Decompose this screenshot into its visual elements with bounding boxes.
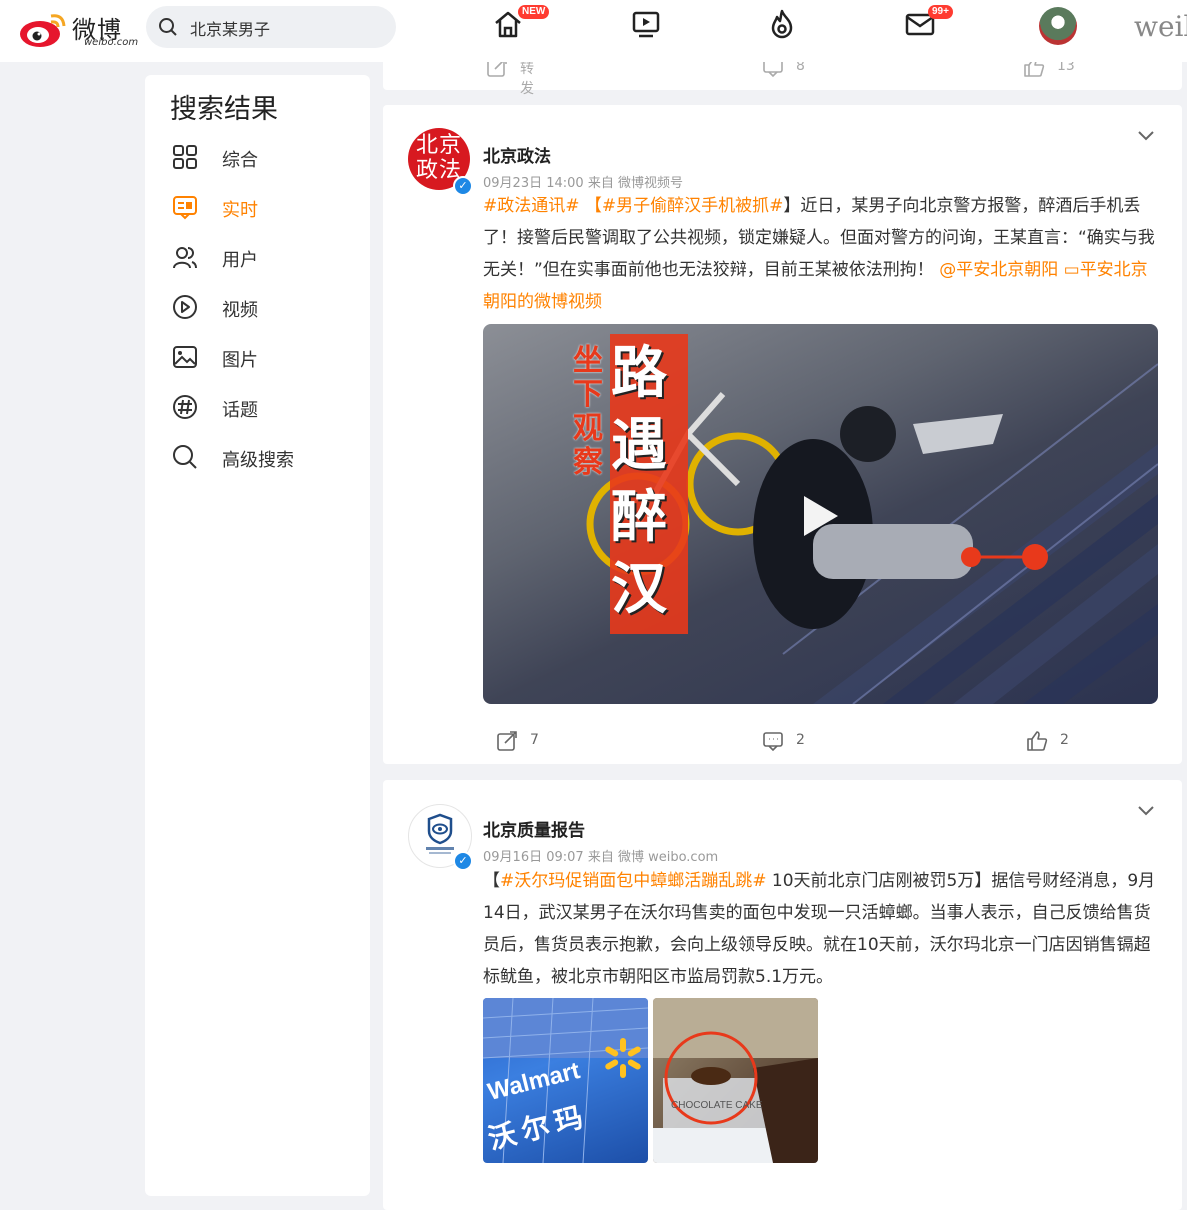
like-icon: [1027, 731, 1048, 751]
realtime-icon: [173, 196, 197, 220]
post-actions: 7 2 2: [383, 730, 1182, 760]
logo-subtext: weibo.com: [84, 37, 139, 48]
new-badge: NEW: [518, 5, 550, 19]
hot-nav[interactable]: [766, 8, 802, 44]
post-text: #政法通讯# 【#男子偷醉汉手机被抓#】近日，某男子向北京警方报警，醉酒后手机丢…: [483, 190, 1158, 318]
sidebar-item-label: 图片: [222, 350, 258, 371]
bread-cockroach-image: [653, 998, 818, 1163]
cake-label-text: CHOCOLATE CAKE: [671, 1100, 763, 1111]
sidebar-title: 搜索结果: [170, 94, 278, 125]
messages-nav[interactable]: 99+: [904, 5, 953, 44]
post-meta: 09月23日 14:00 来自 微博视频号: [483, 176, 683, 191]
topic-icon: [173, 395, 197, 419]
post-card: ✓ 北京质量报告 09月16日 09:07 来自 微博 weibo.com 【#…: [383, 780, 1182, 1210]
hashtag-link[interactable]: #政法通讯#: [483, 196, 580, 216]
brand-text: weil: [1134, 10, 1187, 43]
weibo-eye-icon: [20, 14, 66, 47]
post-meta: 09月16日 09:07 来自 微博 weibo.com: [483, 850, 719, 865]
verified-icon: ✓: [453, 851, 473, 871]
avatar-text: 北京政法: [415, 133, 462, 183]
sidebar-item-topics[interactable]: 话题: [172, 392, 362, 422]
search-sidebar: 搜索结果 综合 实时 用户 视频 图片 话题 高级搜索: [145, 75, 370, 1196]
post-image[interactable]: CHOCOLATE CAKE: [653, 998, 818, 1163]
author-name[interactable]: 北京政法: [483, 142, 551, 167]
sidebar-item-advanced-search[interactable]: 高级搜索: [172, 442, 362, 472]
sidebar-item-realtime[interactable]: 实时: [172, 192, 362, 222]
chevron-down-icon[interactable]: [1136, 128, 1156, 142]
sidebar-item-label: 用户: [222, 250, 258, 271]
sidebar-item-label: 综合: [222, 150, 258, 171]
sidebar-item-label: 高级搜索: [222, 450, 294, 471]
comment-icon: [763, 732, 783, 752]
verified-icon: ✓: [453, 176, 473, 196]
search-box: [146, 6, 396, 48]
sidebar-item-images[interactable]: 图片: [172, 342, 362, 372]
video-player[interactable]: 坐下观察 路遇醉汉: [483, 324, 1158, 704]
message-count-badge: 99+: [928, 5, 953, 19]
author-name[interactable]: 北京质量报告: [483, 816, 585, 841]
sidebar-item-users[interactable]: 用户: [172, 242, 362, 272]
video-main-title: 路遇醉汉: [611, 341, 667, 622]
hashtag-link[interactable]: 【#男子偷醉汉手机被抓#: [585, 196, 784, 216]
search-icon: [173, 445, 197, 469]
sidebar-item-label: 视频: [222, 300, 258, 321]
sidebar-item-label: 实时: [222, 200, 258, 221]
video-play-icon: [632, 11, 660, 38]
post-image[interactable]: Walmart 沃尔玛: [483, 998, 648, 1163]
users-icon: [173, 247, 197, 269]
repost-icon: [497, 731, 517, 751]
chevron-down-icon[interactable]: [1136, 803, 1156, 817]
top-bar: 微博 weibo.com NEW 99+: [0, 0, 1187, 62]
mention-link[interactable]: @平安北京朝阳: [939, 260, 1058, 280]
hashtag-link[interactable]: #沃尔玛促销面包中蟑螂活蹦乱跳#: [500, 871, 767, 891]
like-count: 2: [1060, 732, 1069, 748]
search-icon: [159, 18, 177, 36]
user-avatar[interactable]: [1039, 7, 1077, 45]
sidebar-item-comprehensive[interactable]: 综合: [172, 142, 362, 172]
bracket-open: 【: [483, 871, 500, 891]
search-input[interactable]: [188, 15, 382, 41]
video-link-icon: ▭: [1063, 260, 1080, 280]
weibo-logo[interactable]: 微博 weibo.com: [18, 6, 139, 48]
image-icon: [173, 346, 197, 368]
post-text: 【#沃尔玛促销面包中蟑螂活蹦乱跳# 10天前北京门店刚被罚5万】据信号财经消息，…: [483, 865, 1158, 993]
repost-label: 转发: [520, 61, 534, 97]
grid-icon: [173, 145, 197, 169]
repost-count: 7: [530, 732, 539, 748]
comment-count: 2: [796, 732, 805, 748]
home-nav[interactable]: NEW: [492, 5, 550, 44]
play-button[interactable]: [798, 494, 842, 538]
video-icon: [173, 295, 197, 319]
sidebar-item-video[interactable]: 视频: [172, 292, 362, 322]
post-card: 北京政法 ✓ 北京政法 09月23日 14:00 来自 微博视频号 #政法通讯#…: [383, 105, 1182, 764]
flame-icon: [771, 9, 793, 39]
video-side-title: 坐下观察: [573, 343, 603, 480]
video-nav[interactable]: [630, 8, 666, 44]
sidebar-item-label: 话题: [222, 400, 258, 421]
play-icon: [804, 496, 838, 536]
